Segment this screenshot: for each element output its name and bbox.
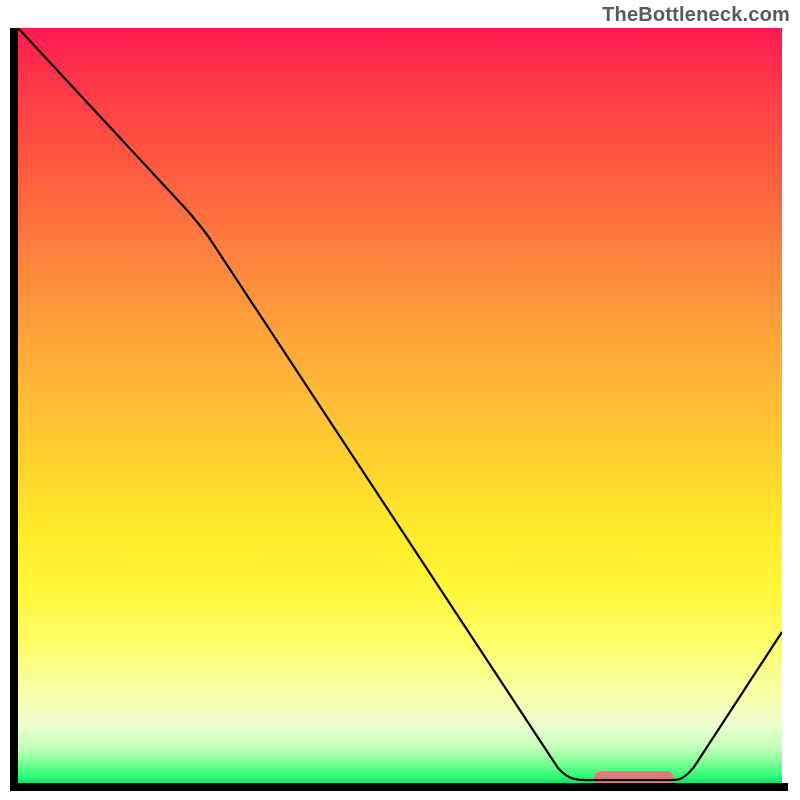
bottleneck-curve <box>18 28 782 780</box>
plot-area <box>18 28 782 783</box>
y-axis-bar <box>10 28 18 783</box>
optimal-range-bar <box>594 771 674 783</box>
curve-svg <box>18 28 782 783</box>
x-axis-bar <box>10 783 788 791</box>
watermark-text: TheBottleneck.com <box>602 4 790 27</box>
